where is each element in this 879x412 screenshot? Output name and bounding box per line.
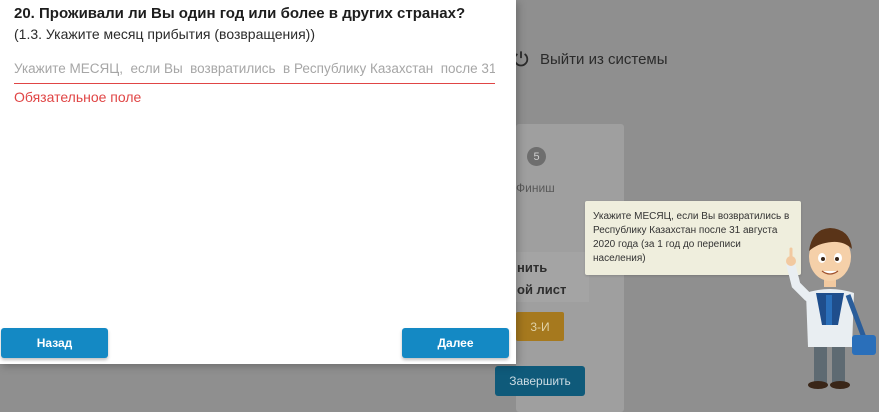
logout-link[interactable]: Выйти из системы bbox=[512, 50, 668, 68]
question-modal: 20. Проживали ли Вы один год или более в… bbox=[0, 0, 516, 364]
step-number: 5 bbox=[527, 147, 546, 166]
next-button[interactable]: Далее bbox=[402, 328, 509, 358]
required-field-error: Обязательное поле bbox=[14, 89, 142, 105]
table-header-line1: нить bbox=[517, 260, 548, 275]
question-subtitle: (1.3. Укажите месяц прибытия (возвращени… bbox=[14, 26, 315, 42]
logout-label: Выйти из системы bbox=[540, 50, 668, 68]
form-3i-button[interactable]: 3-И bbox=[516, 312, 564, 341]
finish-button[interactable]: Завершить bbox=[495, 366, 585, 396]
help-tooltip: Укажите МЕСЯЦ, если Вы возвратились в Ре… bbox=[585, 201, 801, 275]
month-input[interactable] bbox=[14, 58, 495, 84]
step-label: Финиш bbox=[516, 181, 555, 195]
census-mascot-icon bbox=[786, 228, 876, 389]
table-header-line2: ой лист bbox=[517, 282, 567, 297]
question-title: 20. Проживали ли Вы один год или более в… bbox=[14, 5, 466, 22]
back-button[interactable]: Назад bbox=[1, 328, 108, 358]
